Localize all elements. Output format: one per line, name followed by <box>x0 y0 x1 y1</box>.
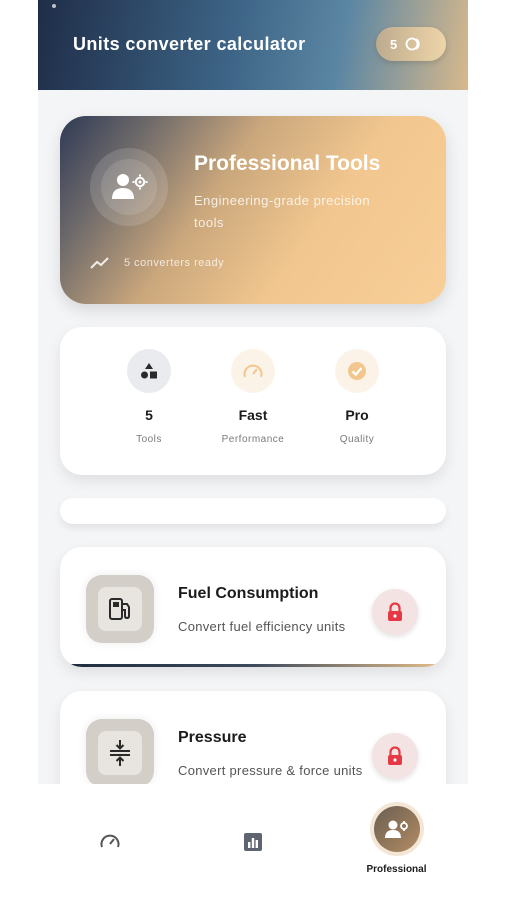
lock-button[interactable] <box>372 733 418 779</box>
stat-performance-icon-wrap <box>231 349 275 393</box>
trend-line-icon <box>90 257 109 269</box>
nav-label-professional: Professional <box>366 864 427 875</box>
converters-ready-text: 5 converters ready <box>124 257 225 269</box>
search-bar-collapsed[interactable] <box>60 498 446 524</box>
nav-item-professional[interactable]: Professional <box>325 784 468 900</box>
stats-card: 5 Tools Fast Performance Pro Quality <box>60 327 446 475</box>
nav-item-converter[interactable] <box>38 784 181 900</box>
stat-quality-icon-wrap <box>335 349 379 393</box>
hero-subtitle: Engineering-grade precision tools <box>194 193 371 230</box>
pressure-compress-icon <box>110 740 130 766</box>
nav-item-stats[interactable] <box>181 784 324 900</box>
hero-avatar <box>90 148 168 226</box>
fuel-pump-icon <box>109 598 130 620</box>
app-header: Units converter calculator 5 <box>38 0 468 90</box>
stat-quality-value: Pro <box>345 407 369 423</box>
tool-icon-wrap <box>86 719 154 787</box>
bar-chart-icon <box>243 833 262 851</box>
tool-description: Convert pressure & force units <box>178 763 363 778</box>
shapes-icon <box>141 363 157 379</box>
coins-badge-button[interactable]: 5 <box>376 27 446 61</box>
stat-performance-value: Fast <box>238 407 268 423</box>
tool-title: Fuel Consumption <box>178 585 319 602</box>
professional-tools-banner[interactable]: Professional Tools Engineering-grade pre… <box>60 116 446 304</box>
page-title: Units converter calculator <box>73 34 306 54</box>
stat-tools: 5 Tools <box>99 349 199 445</box>
coins-count: 5 <box>390 36 398 52</box>
tool-icon-wrap <box>86 575 154 643</box>
professional-user-icon <box>384 820 408 838</box>
lock-button[interactable] <box>372 589 418 635</box>
stat-performance-label: Performance <box>221 434 285 445</box>
tool-title: Pressure <box>178 729 247 746</box>
lock-icon <box>388 602 402 621</box>
nav-active-indicator <box>373 806 420 852</box>
stat-tools-value: 5 <box>145 407 153 423</box>
stat-quality: Pro Quality <box>307 349 407 445</box>
verified-check-icon <box>348 362 366 380</box>
status-dot <box>52 4 56 8</box>
tool-description: Convert fuel efficiency units <box>178 619 346 634</box>
stat-tools-label: Tools <box>136 434 162 445</box>
app-screen: Units converter calculator 5 Professiona… <box>38 0 468 900</box>
stat-performance: Fast Performance <box>203 349 303 445</box>
stat-tools-icon-wrap <box>127 349 171 393</box>
stat-quality-label: Quality <box>339 434 375 445</box>
lock-icon <box>388 746 402 765</box>
coin-stack-icon <box>405 37 420 51</box>
engineer-gear-icon <box>112 174 148 199</box>
speedometer-icon <box>243 364 263 378</box>
tool-card-fuel-consumption[interactable]: Fuel Consumption Convert fuel efficiency… <box>60 547 446 667</box>
hero-title: Professional Tools <box>194 152 381 175</box>
hero-status: 5 converters ready <box>90 256 224 270</box>
bottom-nav: Professional <box>38 784 468 900</box>
speedometer-icon <box>100 834 119 848</box>
